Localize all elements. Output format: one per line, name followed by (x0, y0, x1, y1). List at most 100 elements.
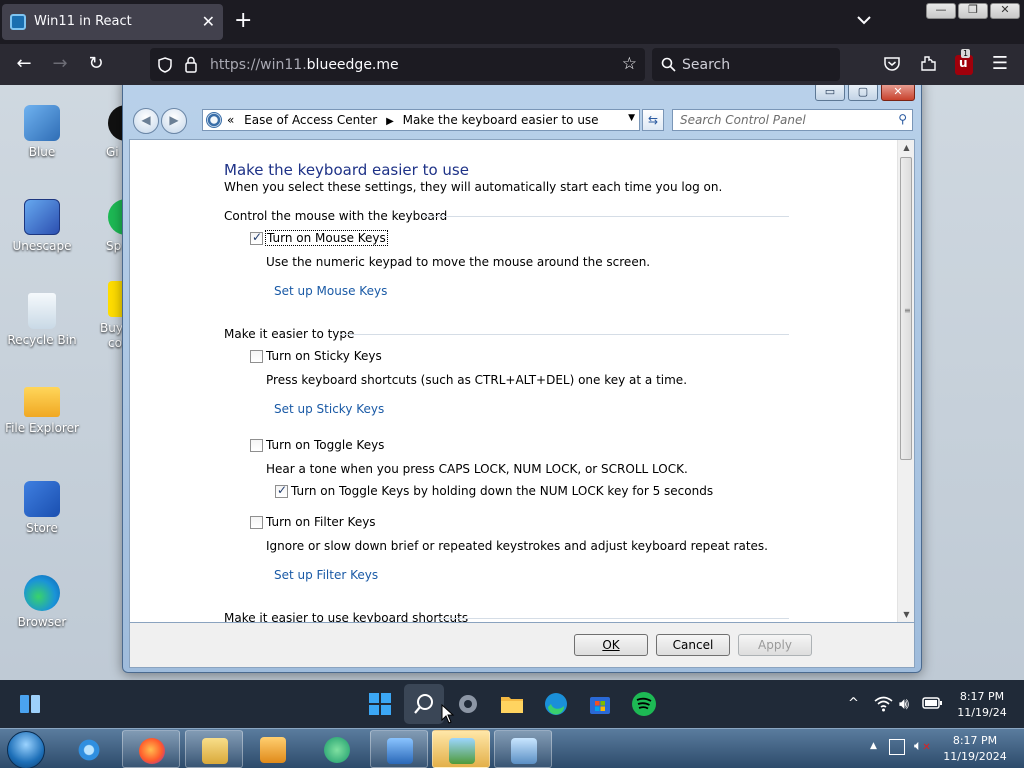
browser-tab[interactable]: Win11 in React ✕ (2, 4, 223, 40)
checkbox-box[interactable] (250, 350, 263, 363)
mouse-cursor-icon (441, 704, 455, 724)
ok-button[interactable]: OK (574, 634, 648, 656)
menu-icon[interactable]: ☰ (990, 54, 1010, 74)
setup-filter-keys-link[interactable]: Set up Filter Keys (274, 568, 378, 582)
breadcrumb-separator-icon[interactable]: ▶ (386, 116, 394, 127)
folder-icon (202, 738, 228, 764)
checkbox-box[interactable]: ✓ (250, 230, 263, 245)
apply-button[interactable]: Apply (738, 634, 812, 656)
checkbox-box[interactable] (250, 439, 263, 452)
vertical-scrollbar[interactable]: ▲ ≡ ▼ (897, 140, 914, 622)
taskbar7-window-1[interactable] (370, 730, 428, 768)
file-explorer-icon[interactable] (498, 690, 526, 718)
back-icon[interactable]: ← (14, 54, 34, 74)
desktop-icon-partial-1[interactable]: Gi (72, 105, 144, 160)
network-icon[interactable] (889, 739, 905, 755)
settings-gear-icon[interactable] (454, 690, 482, 718)
dialog-maximize-button[interactable]: ▢ (848, 85, 878, 101)
taskbar7-window-active[interactable] (432, 730, 490, 768)
forward-button[interactable]: ▶ (161, 108, 187, 134)
taskbar7-window-3[interactable] (494, 730, 552, 768)
list-all-tabs-icon[interactable] (856, 12, 872, 28)
taskbar7-explorer[interactable] (185, 730, 243, 768)
setup-sticky-keys-link[interactable]: Set up Sticky Keys (274, 402, 384, 416)
toggle-keys-numlock-label[interactable]: Turn on Toggle Keys by holding down the … (291, 484, 713, 498)
dialog-button-bar: OK Cancel Apply (129, 623, 915, 668)
win7-clock[interactable]: 8:17 PM 11/19/2024 (938, 733, 1012, 765)
desktop-icon-file-explorer[interactable]: File Explorer (0, 387, 84, 436)
back-button[interactable]: ◀ (133, 108, 159, 134)
breadcrumb-parent[interactable]: Ease of Access Center (244, 113, 377, 127)
checkbox-box[interactable]: ✓ (275, 483, 288, 498)
dialog-minimize-button[interactable]: ▭ (815, 85, 845, 101)
volume-icon[interactable]: 🔊︎ (899, 694, 909, 714)
breadcrumb-dropdown-icon[interactable]: ▼ (628, 113, 635, 123)
win11-clock[interactable]: 8:17 PM 11/19/24 (944, 689, 1020, 721)
web-search-bar[interactable]: Search (652, 48, 840, 81)
tray-overflow-icon[interactable]: ^ (848, 696, 859, 711)
taskbar7-messenger[interactable] (308, 730, 366, 768)
back-arrow-icon: ◀ (141, 113, 151, 127)
page-title: Make the keyboard easier to use (224, 161, 469, 179)
edge-icon[interactable] (542, 690, 570, 718)
taskbar7-media[interactable] (244, 730, 302, 768)
taskbar7-firefox[interactable] (122, 730, 180, 768)
window-minimize-button[interactable]: — (926, 3, 956, 19)
desktop: Blue Unescape Recycle Bin File Explorer … (0, 85, 1024, 680)
scroll-thumb[interactable]: ≡ (900, 157, 912, 460)
internet-explorer-icon (76, 737, 102, 763)
unescape-app-icon (24, 199, 60, 235)
widgets-icon[interactable] (16, 690, 44, 718)
spotify-icon[interactable] (630, 690, 658, 718)
checkbox-box[interactable] (250, 516, 263, 529)
scroll-up-icon[interactable]: ▲ (898, 143, 914, 152)
store-icon[interactable] (586, 690, 614, 718)
lock-icon[interactable] (184, 56, 198, 73)
dialog-close-button[interactable]: ✕ (881, 85, 915, 101)
search-taskbar-button[interactable] (404, 684, 444, 724)
window-restore-button[interactable]: ❐ (958, 3, 988, 19)
tray7-overflow-icon[interactable]: ▲ (870, 741, 877, 751)
volume-muted-icon[interactable]: 🔈︎✕ (914, 738, 931, 754)
url-bar[interactable]: https://win11.blueedge.me ☆ (150, 48, 645, 81)
start-windows-icon[interactable] (366, 690, 394, 718)
desktop-icon-browser[interactable]: Browser (0, 575, 84, 630)
battery-icon[interactable] (922, 697, 942, 709)
win7-taskbar: ▲ 🔈︎✕ 8:17 PM 11/19/2024 (0, 728, 1024, 768)
control-panel-search-input[interactable]: Search Control Panel ⚲ (672, 109, 913, 131)
sticky-keys-label[interactable]: Turn on Sticky Keys (266, 349, 382, 363)
search-icon (661, 57, 676, 72)
setup-mouse-keys-link[interactable]: Set up Mouse Keys (274, 284, 387, 298)
taskbar7-ie[interactable] (60, 730, 118, 768)
search-icon[interactable]: ⚲ (898, 112, 907, 126)
scroll-down-icon[interactable]: ▼ (898, 610, 914, 619)
new-tab-button[interactable]: + (234, 8, 252, 33)
breadcrumb[interactable]: « Ease of Access Center ▶ Make the keybo… (202, 109, 640, 131)
mouse-keys-label[interactable]: Turn on Mouse Keys (265, 230, 388, 246)
forward-arrow-icon: ▶ (169, 113, 179, 127)
refresh-button[interactable]: ⇆ (642, 109, 664, 131)
cancel-button[interactable]: Cancel (656, 634, 730, 656)
desktop-icon-partial-3[interactable]: Buy co (72, 281, 144, 351)
checkmark-icon: ✓ (252, 230, 263, 244)
pocket-icon[interactable] (883, 55, 901, 73)
breadcrumb-prefix[interactable]: « (227, 113, 234, 127)
reload-icon[interactable]: ↻ (86, 54, 106, 74)
extensions-icon[interactable] (919, 54, 938, 73)
filter-keys-label[interactable]: Turn on Filter Keys (266, 515, 376, 529)
win11-date: 11/19/24 (957, 706, 1007, 719)
shield-icon[interactable] (158, 57, 172, 73)
window-close-button[interactable]: ✕ (990, 3, 1020, 19)
tab-close-icon[interactable]: ✕ (202, 12, 215, 31)
ublock-origin-icon[interactable]: u 1 (955, 49, 973, 75)
breadcrumb-current[interactable]: Make the keyboard easier to use (403, 113, 599, 127)
toggle-keys-label[interactable]: Turn on Toggle Keys (266, 438, 384, 452)
url-text: https://win11.blueedge.me (210, 57, 399, 73)
forward-icon[interactable]: → (50, 54, 70, 74)
bookmark-star-icon[interactable]: ☆ (622, 54, 637, 74)
desktop-icon-partial-2[interactable]: Sp (72, 199, 144, 254)
desktop-icon-store[interactable]: Store (0, 481, 84, 536)
start-orb-icon[interactable] (7, 731, 45, 768)
edge-icon (24, 575, 60, 611)
wifi-icon[interactable] (874, 695, 893, 712)
